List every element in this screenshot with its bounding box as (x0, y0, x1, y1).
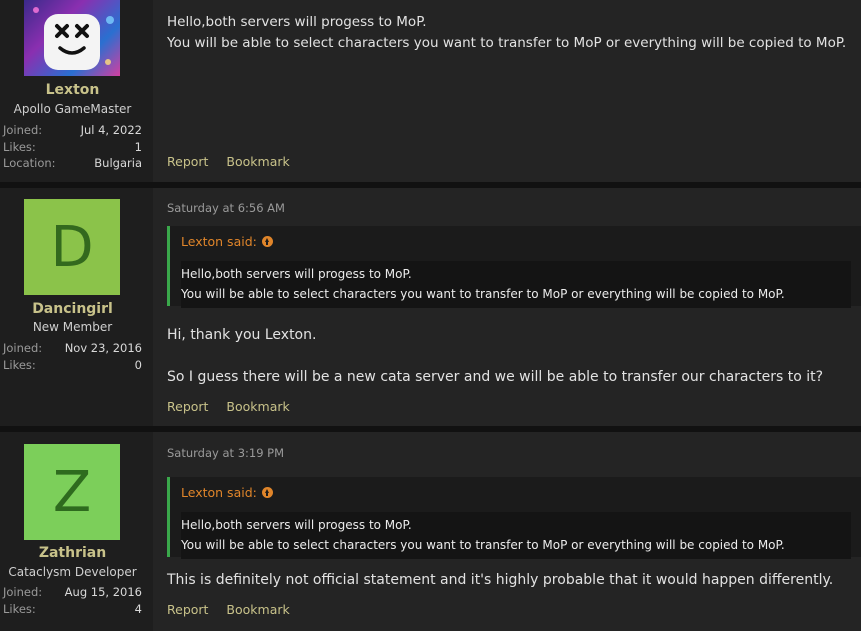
post-actions: Report Bookmark (167, 602, 304, 617)
stat-label: Likes: (3, 358, 36, 372)
stat-label: Likes: (3, 140, 36, 154)
stat-likes: Likes: 0 (3, 357, 142, 373)
quote-author: Lexton said: (181, 485, 257, 500)
post-lexton: Lexton Apollo GameMaster Joined: Jul 4, … (0, 0, 861, 182)
username[interactable]: Lexton (0, 82, 145, 98)
user-info-panel: Lexton Apollo GameMaster Joined: Jul 4, … (0, 0, 153, 182)
quote-line: Hello,both servers will progess to MoP. (181, 518, 412, 532)
stat-location: Location: Bulgaria (3, 155, 142, 171)
message-body: Hello,both servers will progess to MoP. … (153, 0, 861, 182)
stat-value: Nov 23, 2016 (64, 341, 142, 355)
post-actions: Report Bookmark (167, 399, 304, 414)
stat-joined: Joined: Jul 4, 2022 (3, 122, 142, 138)
quote-line: Hello,both servers will progess to MoP. (181, 267, 412, 281)
stat-label: Likes: (3, 602, 36, 616)
message-body: Saturday at 3:19 PM Lexton said: Hello,b… (153, 432, 861, 631)
stat-value: 4 (134, 602, 142, 616)
post-date[interactable]: Saturday at 3:19 PM (167, 446, 284, 460)
user-title: Apollo GameMaster (13, 102, 132, 116)
arrow-up-circle-icon[interactable] (261, 236, 273, 247)
bookmark-link[interactable]: Bookmark (226, 602, 289, 617)
username[interactable]: Dancingirl (0, 301, 145, 317)
post-zathrian: Z Zathrian Cataclysm Developer Joined: A… (0, 432, 861, 631)
stat-value: 0 (134, 358, 142, 372)
quote-line: You will be able to select characters yo… (181, 538, 785, 552)
username[interactable]: Zathrian (0, 545, 145, 561)
bookmark-link[interactable]: Bookmark (226, 399, 289, 414)
stat-value: Jul 4, 2022 (80, 123, 142, 137)
marshmello-avatar-icon (33, 7, 114, 70)
quote-author-link[interactable]: Lexton said: (181, 485, 273, 500)
avatar[interactable]: Z (24, 444, 120, 540)
report-link[interactable]: Report (167, 399, 208, 414)
stat-label: Joined: (3, 341, 43, 355)
quote-line: You will be able to select characters yo… (181, 287, 785, 301)
stat-value: Aug 15, 2016 (64, 585, 142, 599)
avatar[interactable] (24, 0, 120, 76)
message-line: Hello,both servers will progess to MoP. (167, 14, 427, 30)
post-dancingirl: D Dancingirl New Member Joined: Nov 23, … (0, 188, 861, 426)
post-actions: Report Bookmark (167, 154, 304, 169)
stat-label: Joined: (3, 585, 43, 599)
report-link[interactable]: Report (167, 154, 208, 169)
stat-likes: Likes: 1 (3, 139, 142, 155)
stat-label: Location: (3, 156, 56, 170)
user-info-panel: D Dancingirl New Member Joined: Nov 23, … (0, 188, 153, 426)
stat-value: 1 (134, 140, 142, 154)
stat-joined: Joined: Nov 23, 2016 (3, 340, 142, 356)
quote-block: Lexton said: Hello,both servers will pro… (167, 477, 861, 559)
report-link[interactable]: Report (167, 602, 208, 617)
message-line: This is definitely not official statemen… (167, 572, 834, 588)
stat-value: Bulgaria (94, 156, 142, 170)
message-line: You will be able to select characters yo… (167, 35, 847, 51)
user-info-panel: Z Zathrian Cataclysm Developer Joined: A… (0, 432, 153, 631)
avatar[interactable]: D (24, 199, 120, 295)
quote-block: Lexton said: Hello,both servers will pro… (167, 226, 861, 308)
arrow-up-circle-icon[interactable] (261, 487, 273, 498)
quote-content: Hello,both servers will progess to MoP. … (181, 261, 851, 308)
stat-joined: Joined: Aug 15, 2016 (3, 584, 142, 600)
quote-author: Lexton said: (181, 234, 257, 249)
stat-label: Joined: (3, 123, 43, 137)
user-title: Cataclysm Developer (8, 565, 137, 579)
stat-likes: Likes: 4 (3, 601, 142, 617)
post-date[interactable]: Saturday at 6:56 AM (167, 201, 285, 215)
quote-author-link[interactable]: Lexton said: (181, 234, 273, 249)
message-line: Hi, thank you Lexton. (167, 327, 317, 343)
message-body: Saturday at 6:56 AM Lexton said: Hello,b… (153, 188, 861, 426)
message-line: So I guess there will be a new cata serv… (167, 369, 824, 385)
quote-content: Hello,both servers will progess to MoP. … (181, 512, 851, 559)
bookmark-link[interactable]: Bookmark (226, 154, 289, 169)
user-title: New Member (32, 320, 113, 334)
